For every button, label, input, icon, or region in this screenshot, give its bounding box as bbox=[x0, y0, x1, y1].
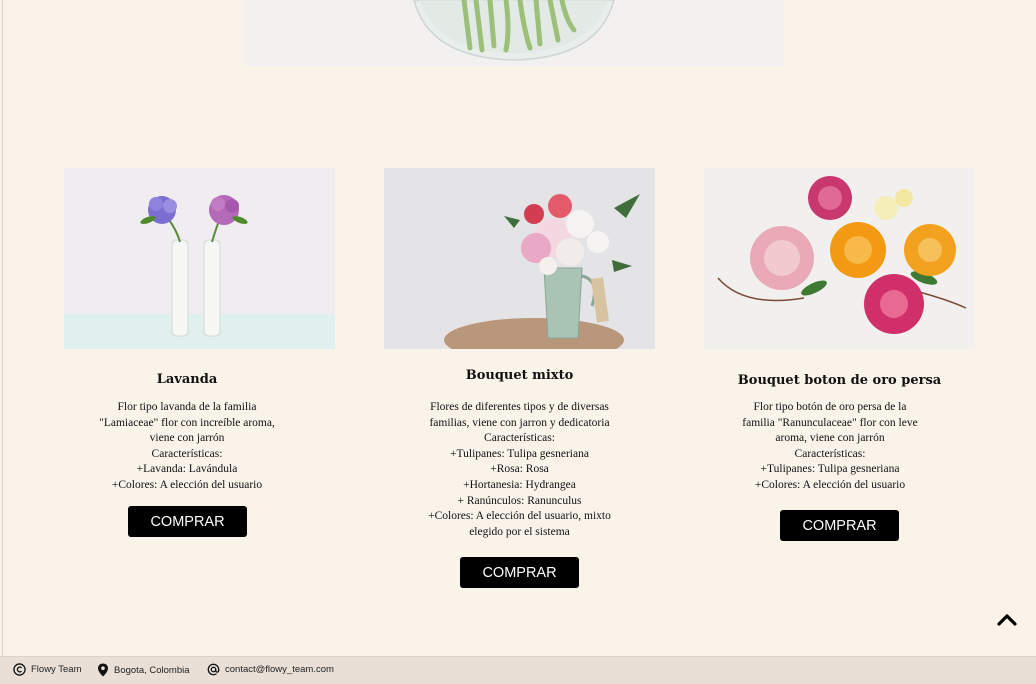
product-description: Flores de diferentes tipos y de diversas… bbox=[384, 400, 655, 540]
hero-image bbox=[244, 0, 784, 66]
footer-location: Bogota, Colombia bbox=[97, 663, 190, 677]
footer-copyright: Flowy Team bbox=[13, 663, 82, 676]
description-line: +Lavanda: Lavándula bbox=[136, 463, 238, 476]
page-left-border bbox=[2, 0, 3, 656]
product-title: Bouquet mixto bbox=[465, 368, 574, 383]
product-card-lavanda: Lavanda Flor tipo lavanda de la familia … bbox=[64, 168, 335, 537]
description-line: +Colores: A elección del usuario, mixto bbox=[428, 510, 611, 523]
location-pin-icon bbox=[98, 663, 108, 677]
description-line: "Lamiaceae" flor con increíble aroma, bbox=[99, 416, 275, 429]
description-line: +Colores: A elección del usuario bbox=[754, 478, 906, 491]
description-line: familias, viene con jarron y dedicatoria bbox=[429, 416, 610, 429]
copyright-icon bbox=[13, 663, 26, 676]
description-line: +Rosa: Rosa bbox=[490, 463, 549, 476]
description-line: viene con jarrón bbox=[149, 432, 225, 445]
description-line: +Colores: A elección del usuario bbox=[111, 478, 263, 491]
at-sign-icon bbox=[207, 663, 220, 676]
description-line: elegido por el sistema bbox=[469, 525, 570, 538]
footer-location-text: Bogota, Colombia bbox=[114, 664, 190, 676]
product-image-boton-oro-persa bbox=[704, 168, 975, 349]
footer-email-link[interactable]: contact@flowy_team.com bbox=[225, 664, 334, 675]
buy-button-bouquet-mixto[interactable]: COMPRAR bbox=[460, 557, 579, 588]
footer-copyright-text: Flowy Team bbox=[31, 664, 82, 675]
product-title: Lavanda bbox=[156, 372, 218, 387]
description-line: familia "Ranunculaceae" flor con leve bbox=[742, 416, 918, 429]
description-line: Flores de diferentes tipos y de diversas bbox=[430, 401, 609, 413]
product-card-bouquet-mixto: Bouquet mixto Flores de diferentes tipos… bbox=[384, 168, 655, 588]
description-line: +Tulipanes: Tulipa gesneriana bbox=[760, 463, 900, 476]
description-line: +Tulipanes: Tulipa gesneriana bbox=[450, 447, 589, 460]
back-to-top-button[interactable] bbox=[996, 610, 1018, 628]
chevron-up-icon bbox=[997, 614, 1017, 626]
description-line: Características: bbox=[794, 447, 866, 460]
buy-button-lavanda[interactable]: COMPRAR bbox=[128, 506, 247, 537]
footer: Flowy Team Bogota, Colombia contact@flow… bbox=[0, 656, 1036, 684]
description-line: Características: bbox=[151, 447, 223, 460]
product-image-lavanda bbox=[64, 168, 335, 349]
product-image-bouquet-mixto bbox=[384, 168, 655, 349]
footer-email[interactable]: contact@flowy_team.com bbox=[207, 663, 334, 676]
product-title: Bouquet boton de oro persa bbox=[737, 373, 942, 388]
description-line: + Ranúnculos: Ranunculus bbox=[457, 494, 582, 507]
description-line: +Hortanesia: Hydrangea bbox=[463, 478, 576, 491]
product-card-boton-oro-persa: Bouquet boton de oro persa Flor tipo bot… bbox=[704, 168, 975, 541]
description-line: Flor tipo botón de oro persa de la bbox=[753, 401, 907, 413]
description-line: Flor tipo lavanda de la familia bbox=[117, 401, 257, 413]
description-line: Características: bbox=[484, 432, 555, 445]
product-description: Flor tipo lavanda de la familia "Lamiace… bbox=[64, 400, 310, 494]
description-line: aroma, viene con jarrón bbox=[775, 432, 885, 445]
product-description: Flor tipo botón de oro persa de la famil… bbox=[704, 400, 956, 494]
buy-button-boton-oro-persa[interactable]: COMPRAR bbox=[780, 510, 899, 541]
